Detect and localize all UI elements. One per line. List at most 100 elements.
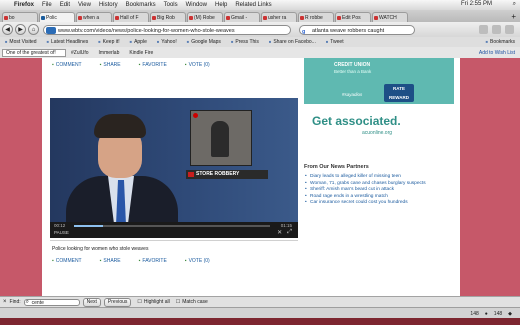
ad-brand: CREDIT UNION (334, 62, 371, 68)
new-tab-icon[interactable]: + (511, 12, 516, 22)
status-count-left: 148 (470, 310, 479, 317)
page-content: COMMENT SHARE FAVORITE VOTE (0) STORE RO… (42, 58, 460, 296)
tab-bar: bo Polic when a Hall of F Big Rob (M) Ro… (0, 10, 520, 22)
menu-history[interactable]: History (95, 2, 122, 8)
tab-6[interactable]: Gmail - (224, 12, 260, 22)
downloads-icon[interactable] (479, 25, 488, 34)
navigation-toolbar: ◀ ▶ ⌂ www.wbtv.com/videos/news/police-lo… (0, 22, 520, 37)
share-link[interactable]: SHARE (100, 62, 120, 70)
tab-8[interactable]: R robbe (298, 12, 334, 22)
tab-label: when a (83, 15, 100, 21)
addon-icon[interactable] (492, 25, 501, 34)
menubar-clock[interactable]: Fri 2:55 PM (461, 1, 492, 7)
bookmark-keep-it[interactable]: Keep it! (93, 39, 124, 45)
menu-bookmarks[interactable]: Bookmarks (122, 2, 160, 8)
partner-link-2[interactable]: Sheriff: Amish man's beard cut in attack (304, 187, 454, 194)
bookmark-yahoo[interactable]: Yahoo! (152, 39, 182, 45)
menu-related-links[interactable]: Related Links (231, 2, 275, 8)
menu-edit[interactable]: Edit (56, 2, 74, 8)
tab-7[interactable]: usher ra (261, 12, 297, 22)
addon-search-input[interactable]: One of the greatest of! (2, 48, 66, 57)
home-button[interactable]: ⌂ (28, 24, 39, 35)
status-addon-icon[interactable]: ◆ (508, 311, 512, 317)
favicon-icon (78, 16, 82, 20)
find-next-button[interactable]: Next (82, 297, 101, 307)
addon-item-1[interactable]: Immerlab (94, 50, 125, 56)
menu-help[interactable]: Help (211, 2, 231, 8)
addon-item-0[interactable]: #ZulUfo (66, 50, 94, 56)
page-viewport: COMMENT SHARE FAVORITE VOTE (0) STORE RO… (0, 58, 520, 296)
browser-window: bo Polic when a Hall of F Big Rob (M) Ro… (0, 10, 520, 319)
bookmark-share-facebook[interactable]: Share on Facebo... (264, 39, 321, 45)
menu-window[interactable]: Window (182, 2, 211, 8)
record-icon (193, 113, 198, 118)
favicon-icon (41, 16, 45, 20)
ad-tagline: #sayadios (342, 92, 363, 97)
tab-10[interactable]: WATCH (372, 12, 408, 22)
forward-button[interactable]: ▶ (15, 24, 26, 35)
video-time-elapsed: 00:12 (54, 223, 66, 228)
tab-2[interactable]: when a (76, 12, 112, 22)
tab-5[interactable]: (M) Robe (187, 12, 223, 22)
addon-item-2[interactable]: Kindle Fire (124, 50, 158, 56)
credit-union-ad[interactable]: CREDIT UNION Better than a Bank RATE REW… (304, 58, 454, 150)
bookmarks-menu-button[interactable]: Bookmarks (481, 39, 520, 45)
tab-label: Edit Pos (342, 15, 361, 21)
tab-9[interactable]: Edit Pos (335, 12, 371, 22)
vote-link-bottom[interactable]: VOTE (0) (185, 258, 210, 266)
bookmark-google-maps[interactable]: Google Maps (182, 39, 226, 45)
action-row-bottom: COMMENT SHARE FAVORITE VOTE (0) (52, 258, 210, 266)
share-link-bottom[interactable]: SHARE (100, 258, 120, 266)
action-row-top: COMMENT SHARE FAVORITE VOTE (0) (52, 62, 210, 70)
tab-4[interactable]: Big Rob (150, 12, 186, 22)
video-progress-fill (74, 225, 104, 227)
vote-link[interactable]: VOTE (0) (185, 62, 210, 70)
highlight-all-checkbox[interactable]: Highlight all (137, 299, 170, 305)
partner-link-0[interactable]: Diary leads to alleged killer of missing… (304, 174, 454, 181)
favicon-icon (300, 16, 304, 20)
favicon-icon (263, 16, 267, 20)
rate-badge-line-2: REWARD (389, 95, 409, 100)
comment-link[interactable]: COMMENT (52, 62, 82, 70)
volume-icon[interactable]: ✕ (277, 229, 282, 236)
partner-link-4[interactable]: Car insurance secret could cost you hund… (304, 200, 454, 207)
menu-app-name[interactable]: Firefox (10, 2, 38, 8)
back-button[interactable]: ◀ (2, 24, 13, 35)
tab-0[interactable]: bo (2, 12, 38, 22)
find-close-icon[interactable]: × (3, 299, 7, 305)
bookmark-press-this[interactable]: Press This (226, 39, 264, 45)
pause-button[interactable]: PAUSE (54, 230, 69, 235)
site-identity-icon[interactable] (46, 26, 56, 34)
spotlight-icon[interactable]: ⌕ (513, 1, 516, 8)
bookmark-most-visited[interactable]: Most Visited (0, 39, 42, 45)
favorite-link[interactable]: FAVORITE (139, 62, 166, 70)
sync-icon[interactable] (505, 25, 514, 34)
tab-label: bo (9, 15, 15, 21)
tab-3[interactable]: Hall of F (113, 12, 149, 22)
find-input[interactable]: cente (23, 298, 80, 306)
find-previous-button[interactable]: Previous (103, 297, 132, 307)
fullscreen-icon[interactable]: ⤢ (287, 229, 292, 236)
menu-view[interactable]: View (74, 2, 95, 8)
bookmark-latest-headlines[interactable]: Latest Headlines (42, 39, 94, 45)
bookmark-tweet[interactable]: Tweet (321, 39, 349, 45)
favicon-icon (152, 16, 156, 20)
match-case-checkbox[interactable]: Match case (176, 299, 208, 305)
bookmark-apple[interactable]: Apple (125, 39, 152, 45)
video-progress-track[interactable] (74, 225, 270, 227)
favicon-icon (226, 16, 230, 20)
find-bar: × Find: cente Next Previous Highlight al… (0, 296, 520, 307)
google-search-icon: g (302, 28, 306, 35)
news-partners: From Our News Partners Diary leads to al… (304, 164, 454, 207)
tab-1[interactable]: Polic (39, 12, 75, 22)
menu-file[interactable]: File (38, 2, 56, 8)
favorite-link-bottom[interactable]: FAVORITE (139, 258, 166, 266)
url-bar[interactable]: www.wbtv.com/videos/news/police-looking-… (43, 24, 291, 35)
status-badge-icon[interactable]: ● (485, 311, 488, 317)
comment-link-bottom[interactable]: COMMENT (52, 258, 82, 266)
search-box[interactable]: g atlanta weave robbers caught (299, 24, 415, 35)
video-player[interactable]: STORE ROBBERY 00:12 01:15 PAUSE ✕ ⤢ (50, 98, 298, 238)
menu-tools[interactable]: Tools (160, 2, 182, 8)
search-text: atlanta weave robbers caught (312, 27, 385, 34)
add-to-wish-list-link[interactable]: Add to Wish List (474, 50, 520, 56)
